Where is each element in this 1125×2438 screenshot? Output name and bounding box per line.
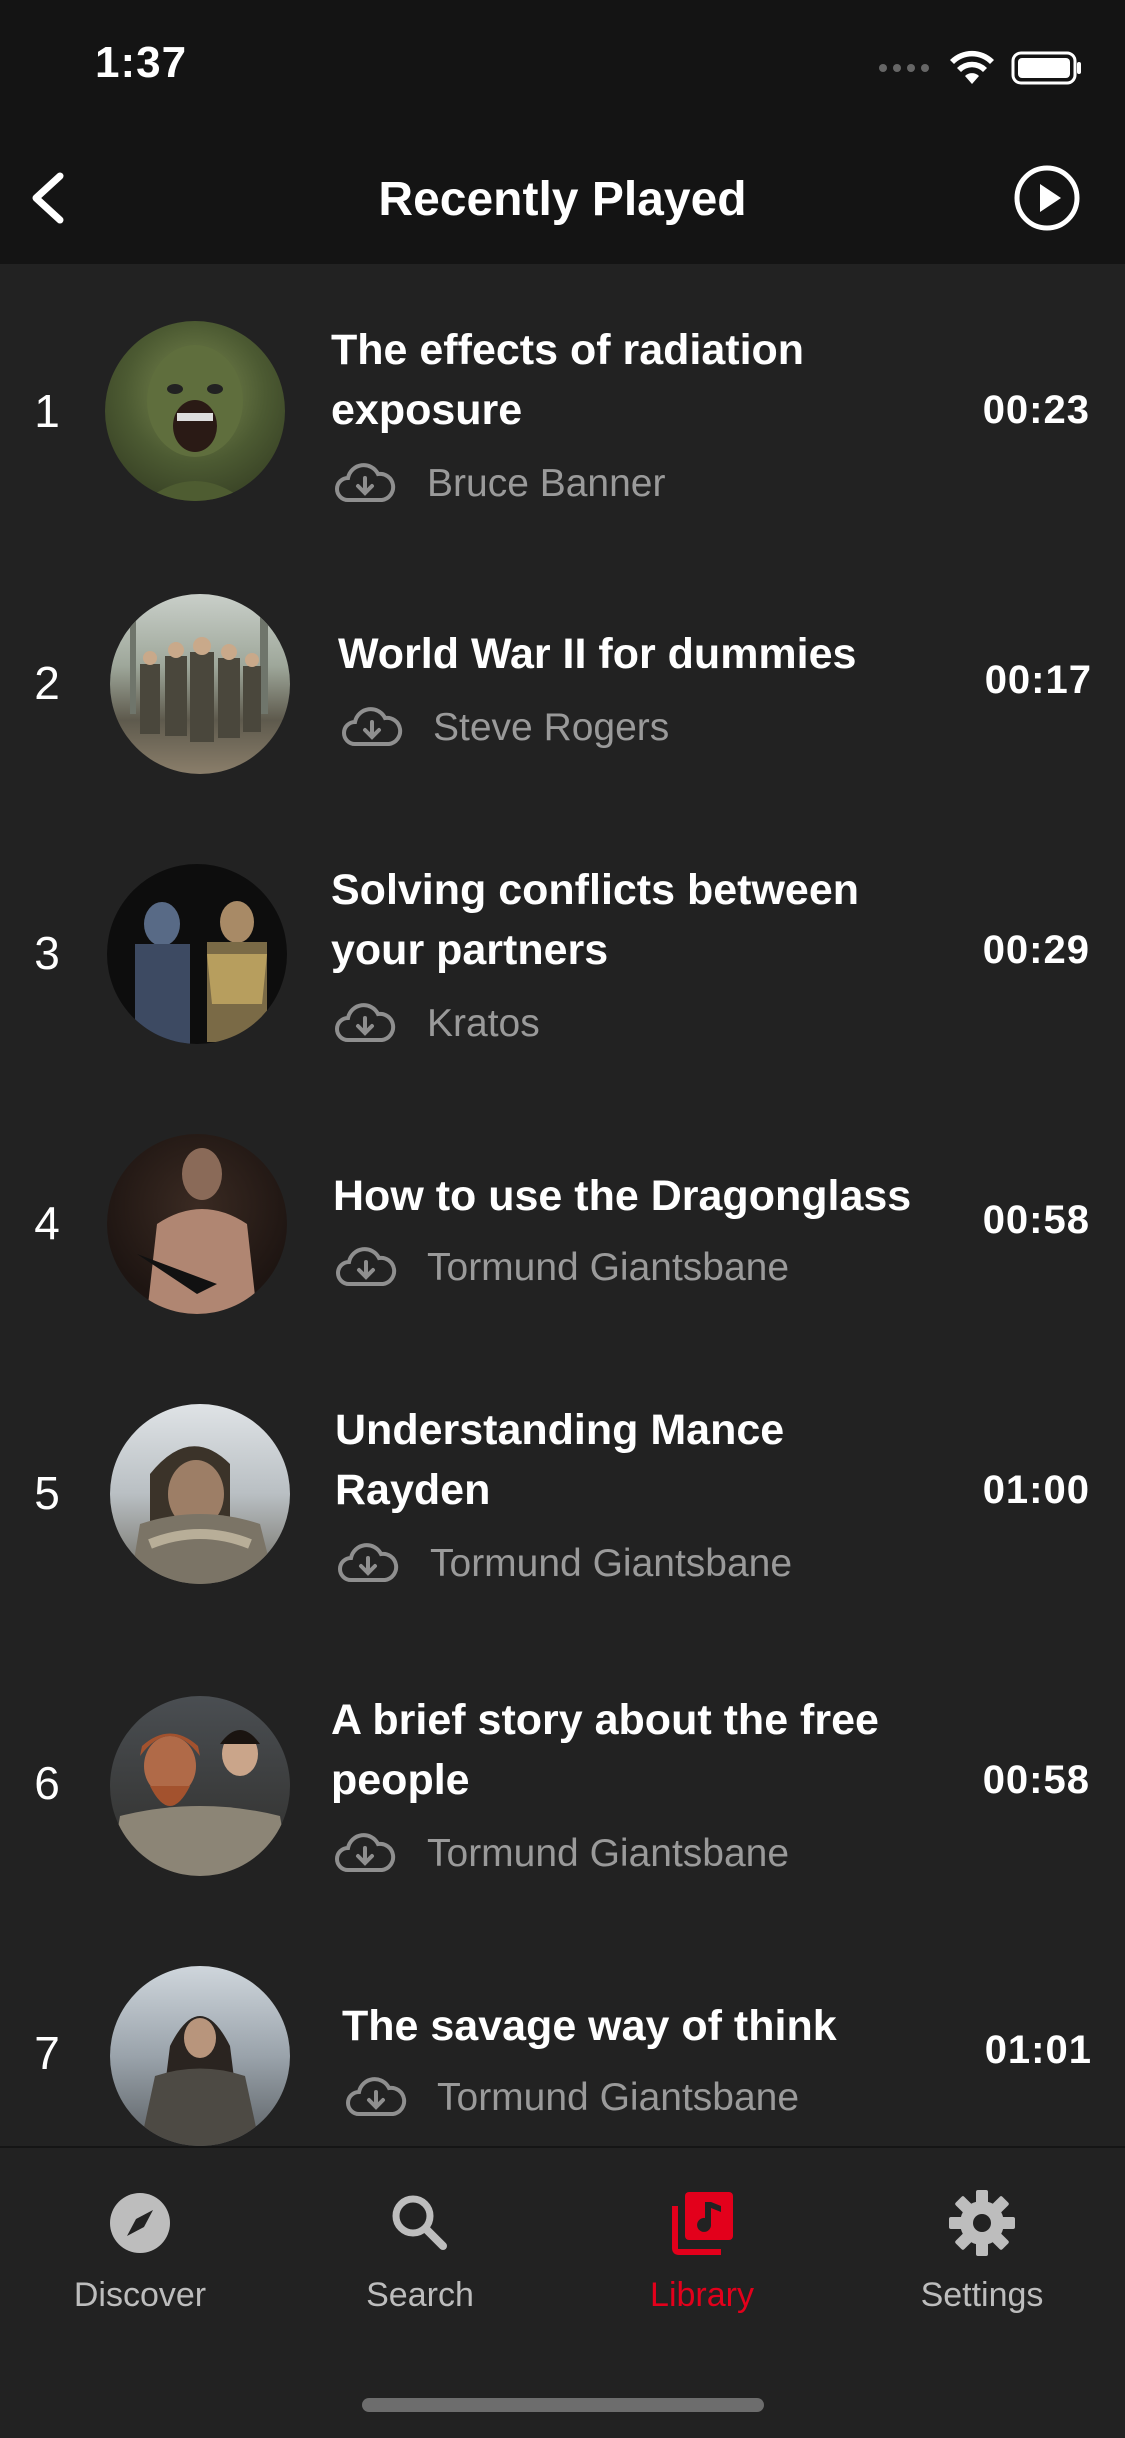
list-item[interactable]: 4 How to use the Dragonglass Tormund Gia…: [0, 1074, 1125, 1344]
item-duration: 00:58: [982, 1758, 1090, 1802]
item-artwork: [110, 594, 290, 774]
item-title: Understanding Mance Rayden: [335, 1406, 785, 1514]
status-indicators: [879, 50, 1083, 86]
cloud-download-icon: [335, 1833, 396, 1872]
cloud-download-icon: [336, 1247, 397, 1286]
list-item[interactable]: 6 A brief story about the free people To…: [0, 1634, 1125, 1904]
status-bar: 1:37: [0, 0, 1125, 132]
item-index: 6: [34, 1757, 60, 1809]
list-item[interactable]: 5 Understanding Mance Rayden Tormund Gia…: [0, 1344, 1125, 1614]
list-item[interactable]: 1 The effects of radiation exposure Bruc…: [0, 264, 1125, 534]
navigation-bar: Recently Played: [0, 132, 1125, 264]
item-artwork: [110, 1966, 290, 2146]
tab-discover[interactable]: Discover: [20, 2188, 260, 2315]
recently-played-list: 1 The effects of radiation exposure Bruc…: [0, 264, 1125, 2146]
item-author: Tormund Giantsbane: [427, 1246, 790, 1289]
tab-search[interactable]: Search: [300, 2188, 540, 2315]
item-index: 2: [34, 657, 60, 709]
item-duration: 00:58: [982, 1198, 1090, 1242]
item-duration: 00:29: [982, 928, 1090, 972]
cloud-download-icon: [346, 2077, 407, 2116]
item-title: The effects of radiation exposure: [331, 326, 805, 434]
item-author: Kratos: [427, 1002, 540, 1045]
item-artwork: [107, 1134, 287, 1314]
status-time: 1:37: [95, 38, 188, 87]
item-title: Solving conflicts between your partners: [331, 866, 860, 974]
cellular-signal-icon: [879, 64, 929, 72]
gear-icon: [949, 2190, 1015, 2256]
item-title: The savage way of think: [342, 2002, 837, 2050]
item-artwork: [110, 1404, 290, 1584]
tab-label: Library: [650, 2276, 754, 2314]
music-library-icon: [672, 2192, 733, 2255]
tab-library[interactable]: Library: [582, 2188, 822, 2315]
item-duration: 01:01: [984, 2028, 1092, 2072]
search-icon: [392, 2195, 447, 2250]
item-index: 1: [34, 385, 60, 437]
tab-bar: Discover Search Library Settings: [0, 2146, 1125, 2438]
tab-settings[interactable]: Settings: [862, 2188, 1102, 2315]
item-index: 5: [34, 1467, 60, 1519]
list-item[interactable]: 3 Solving conflicts between your partner…: [0, 804, 1125, 1074]
item-duration: 00:23: [982, 388, 1090, 432]
item-artwork: [110, 1696, 290, 1876]
item-author: Tormund Giantsbane: [427, 1832, 790, 1875]
item-artwork: [105, 321, 285, 501]
item-artwork: [107, 864, 287, 1044]
item-author: Tormund Giantsbane: [430, 1542, 793, 1585]
list-item[interactable]: 7 The savage way of think Tormund Giants…: [0, 1904, 1125, 2146]
cloud-download-icon: [335, 1003, 396, 1042]
item-index: 3: [34, 927, 60, 979]
tab-label: Settings: [920, 2276, 1044, 2314]
home-indicator[interactable]: [362, 2398, 764, 2412]
list-item[interactable]: 2 World War II for dummies Steve Rogers …: [0, 534, 1125, 804]
cloud-download-icon: [342, 707, 403, 746]
item-title: A brief story about the free people: [331, 1696, 879, 1804]
item-author: Tormund Giantsbane: [437, 2076, 800, 2119]
play-all-button[interactable]: [1013, 164, 1081, 232]
item-title: World War II for dummies: [338, 630, 857, 678]
wifi-icon: [950, 50, 994, 84]
item-index: 4: [34, 1197, 60, 1249]
play-circle-icon: [1014, 165, 1080, 231]
tab-label: Discover: [73, 2276, 207, 2314]
page-title: Recently Played: [378, 173, 747, 226]
item-title: How to use the Dragonglass: [333, 1172, 912, 1220]
cloud-download-icon: [338, 1543, 399, 1582]
item-duration: 01:00: [982, 1468, 1090, 1512]
item-duration: 00:17: [984, 658, 1092, 702]
item-author: Steve Rogers: [433, 706, 670, 749]
compass-icon: [110, 2193, 170, 2253]
item-index: 7: [34, 2027, 60, 2079]
tab-label: Search: [366, 2276, 474, 2314]
cloud-download-icon: [335, 463, 396, 502]
item-author: Bruce Banner: [427, 462, 666, 505]
battery-icon: [1011, 51, 1081, 85]
